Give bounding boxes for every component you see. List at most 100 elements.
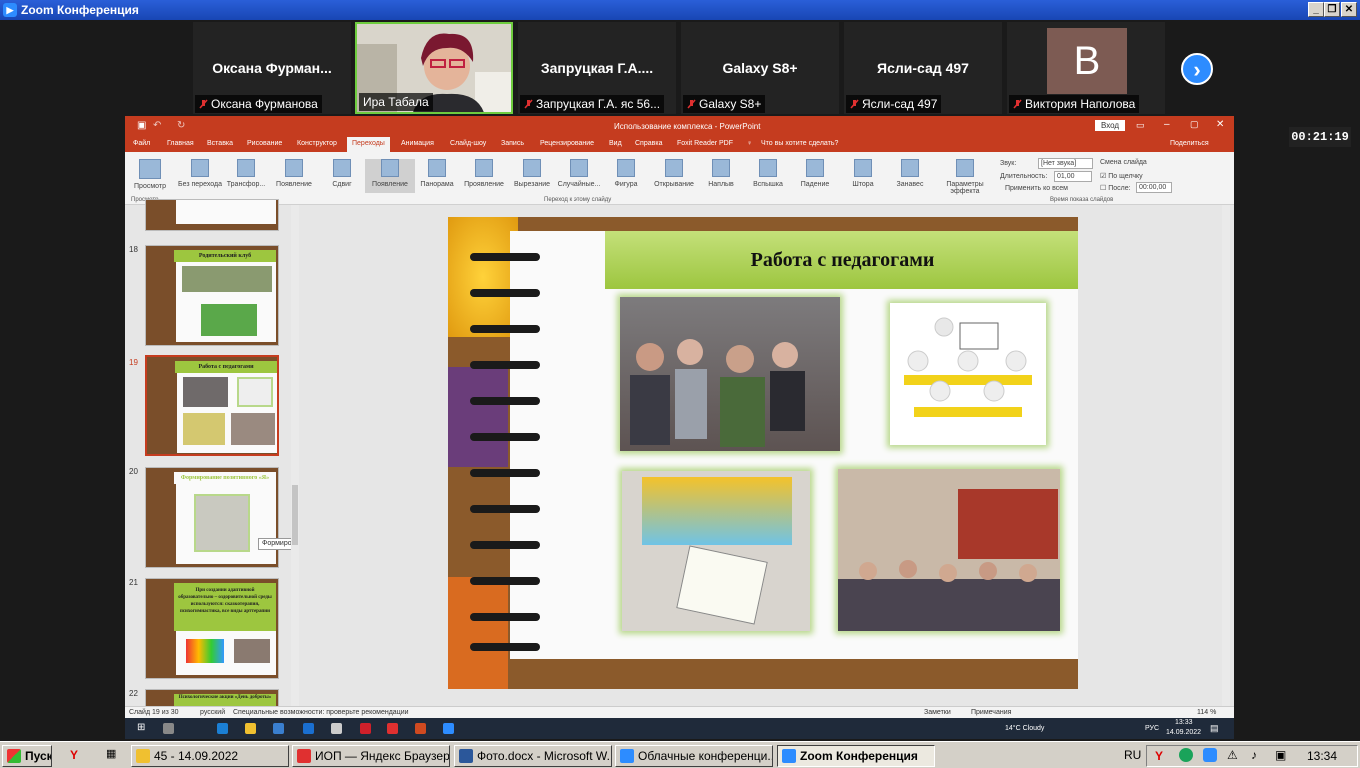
browser-tray-icon[interactable] [1179, 748, 1193, 762]
start-button[interactable]: Пуск [2, 745, 52, 767]
edge-icon[interactable] [217, 723, 228, 734]
tab-design[interactable]: Конструктор [297, 140, 337, 147]
ribbon-display-icon[interactable]: ▭ [1136, 120, 1145, 131]
store-icon[interactable] [273, 723, 284, 734]
taskbar-item-zoom-meeting[interactable]: Zoom Конференция [777, 745, 935, 767]
participant-tile[interactable]: Ясли-сад 497 Ясли-сад 497 [844, 22, 1002, 114]
slide-thumbnail[interactable]: Формирование позитивного «Я» [145, 467, 279, 568]
transition-fade[interactable]: Появление [269, 159, 319, 188]
transition-reveal[interactable]: Проявление [459, 159, 509, 188]
slide-thumbnail-selected[interactable]: Работа с педагогами [145, 355, 279, 456]
taskbar-item-word[interactable]: Фото.docx - Microsoft W... [454, 745, 612, 767]
notes-button[interactable]: Заметки [924, 709, 951, 716]
comments-button[interactable]: Примечания [971, 709, 1011, 716]
transition-flash[interactable]: Вспышка [743, 159, 793, 188]
transition-pan[interactable]: Панорама [412, 159, 462, 188]
volume-tray-icon[interactable]: ♪ [1251, 748, 1257, 762]
tab-view[interactable]: Вид [609, 140, 622, 147]
transition-none[interactable]: Без перехода [175, 159, 225, 188]
transition-wipe-selected[interactable]: Появление [365, 159, 415, 193]
transition-shape[interactable]: Фигура [601, 159, 651, 188]
mail-icon[interactable] [303, 723, 314, 734]
opera-icon[interactable] [360, 723, 371, 734]
close-button[interactable]: ✕ [1341, 2, 1357, 17]
redo-icon[interactable]: ↻ [177, 120, 185, 131]
tab-home[interactable]: Главная [167, 140, 194, 147]
apply-to-all-button[interactable]: Применить ко всем [1005, 185, 1068, 192]
after-checkbox[interactable]: ☐ После: [1100, 184, 1131, 192]
tab-draw[interactable]: Рисование [247, 140, 282, 147]
participant-tile[interactable]: Запруцкая Г.А.... Запруцкая Г.А. яс 56..… [518, 22, 676, 114]
slide-thumbnail[interactable]: При создании адаптивной образовательно –… [145, 578, 279, 679]
participant-tile[interactable]: Galaxy S8+ Galaxy S8+ [681, 22, 839, 114]
network-tray-icon[interactable]: ⚠ [1227, 748, 1238, 762]
participant-tile[interactable]: B Виктория Наполова [1007, 22, 1165, 114]
transition-random-bars[interactable]: Случайные... [554, 159, 604, 188]
zoom-level[interactable]: 114 % [1197, 709, 1216, 716]
tab-record[interactable]: Запись [501, 140, 524, 147]
tab-review[interactable]: Рецензирование [540, 140, 594, 147]
sound-select[interactable]: [Нет звука] [1038, 158, 1093, 169]
maximize-button[interactable]: ❐ [1324, 2, 1340, 17]
on-click-checkbox[interactable]: ☑ По щелчку [1100, 172, 1143, 180]
slide-thumbnail[interactable] [145, 199, 279, 231]
language-indicator[interactable]: RU [1124, 748, 1141, 762]
preview-button[interactable]: Просмотр [125, 159, 175, 190]
slide-thumbnail[interactable]: Родительский клуб [145, 245, 279, 346]
tab-foxit[interactable]: Foxit Reader PDF [677, 140, 733, 147]
minimize-button[interactable]: – [1164, 119, 1170, 130]
transition-push[interactable]: Сдвиг [317, 159, 367, 188]
windows-start-icon[interactable]: ⊞ [137, 722, 145, 733]
save-icon[interactable]: ▣ [137, 120, 146, 131]
powerpoint-icon[interactable] [415, 723, 426, 734]
taskbar-item-yandex-browser[interactable]: ИОП — Яндекс Браузер [292, 745, 450, 767]
minimize-button[interactable]: _ [1308, 2, 1324, 17]
tab-slideshow[interactable]: Слайд-шоу [450, 140, 486, 147]
display-tray-icon[interactable]: ▣ [1275, 748, 1286, 762]
transition-curtains[interactable]: Занавес [885, 159, 935, 188]
transition-fall[interactable]: Падение [790, 159, 840, 188]
transition-cut[interactable]: Вырезание [507, 159, 557, 188]
effect-options-button[interactable]: Параметры эффекта [940, 159, 990, 195]
after-time-input[interactable]: 00:00,00 [1136, 182, 1172, 193]
duration-input[interactable]: 01,00 [1054, 171, 1092, 182]
yandex-quicklaunch-icon[interactable]: Y [70, 748, 78, 762]
undo-icon[interactable]: ↶ [153, 120, 161, 131]
calculator-quicklaunch-icon[interactable]: ▦ [106, 747, 116, 760]
scrollbar-thumb[interactable] [292, 485, 298, 545]
thumbnail-scrollbar[interactable] [291, 205, 299, 706]
tab-file[interactable]: Файл [133, 140, 150, 147]
transition-drape[interactable]: Штора [838, 159, 888, 188]
explorer-icon[interactable] [245, 723, 256, 734]
weather-widget[interactable]: 14°C Cloudy [1005, 725, 1044, 732]
sign-in-button[interactable]: Вход [1095, 120, 1126, 131]
transition-morph[interactable]: Трансфор... [221, 159, 271, 188]
accessibility-status[interactable]: Специальные возможности: проверьте реком… [233, 709, 409, 716]
app-icon[interactable] [331, 723, 342, 734]
taskbar-item-cloud-meetings[interactable]: Облачные конференци... [615, 745, 773, 767]
share-button[interactable]: Поделиться [1170, 140, 1209, 147]
participant-tile[interactable]: Оксана Фурман... Оксана Фурманова [193, 22, 351, 114]
notification-icon[interactable]: ▤ [1210, 723, 1219, 734]
close-button[interactable]: ✕ [1216, 119, 1224, 130]
canvas-scrollbar[interactable] [1222, 205, 1230, 706]
tab-animations[interactable]: Анимация [401, 140, 434, 147]
tell-me-search[interactable]: Что вы хотите сделать? [761, 140, 838, 147]
participant-tile-active-speaker[interactable]: Ира Табала [355, 22, 513, 114]
taskbar-item-folder[interactable]: 45 - 14.09.2022 [131, 745, 289, 767]
transition-cover[interactable]: Наплыв [696, 159, 746, 188]
maximize-button[interactable]: ▢ [1190, 119, 1199, 130]
yandex-icon[interactable] [387, 723, 398, 734]
next-page-arrow-icon[interactable]: › [1181, 53, 1213, 85]
tab-help[interactable]: Справка [635, 140, 662, 147]
tab-insert[interactable]: Вставка [207, 140, 233, 147]
input-language[interactable]: РУС [1145, 725, 1159, 732]
search-icon[interactable] [163, 723, 174, 734]
transition-uncover[interactable]: Открывание [649, 159, 699, 188]
tab-transitions[interactable]: Переходы [347, 137, 390, 152]
clock[interactable]: 13:34 [1307, 749, 1337, 763]
zoom-tray-icon[interactable] [1203, 748, 1217, 762]
language-indicator[interactable]: русский [200, 709, 225, 716]
zoom-icon[interactable] [443, 723, 454, 734]
current-slide[interactable]: Работа с педагогами [448, 217, 1078, 689]
